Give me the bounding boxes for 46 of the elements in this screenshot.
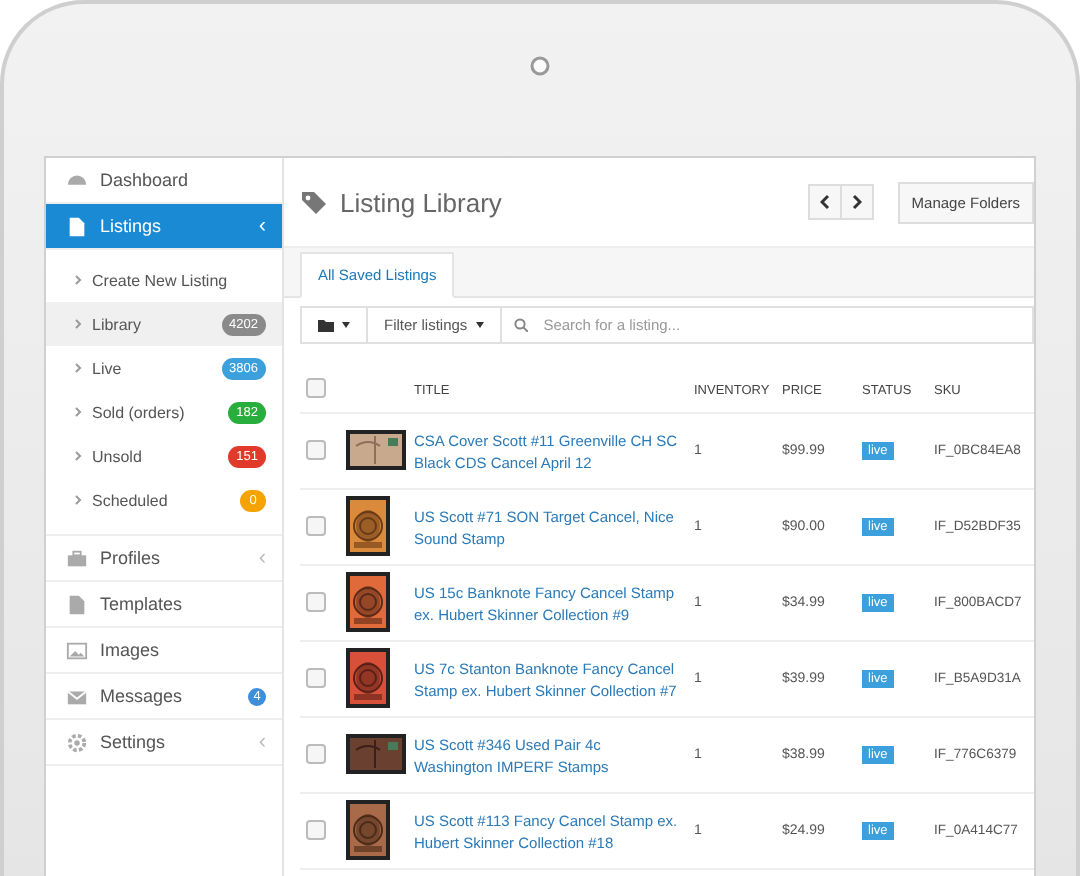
submenu-label: Scheduled xyxy=(92,491,170,509)
chevron-right-icon xyxy=(74,450,82,462)
chevron-right-icon xyxy=(74,406,82,418)
sidebar-label: Listings xyxy=(100,216,164,236)
image-icon xyxy=(66,639,88,661)
submenu-label: Sold (orders) xyxy=(92,403,187,421)
sidebar-label: Images xyxy=(100,640,162,660)
sidebar-item[interactable]: Images xyxy=(46,628,282,674)
sidebar-item[interactable]: Listings ‹ xyxy=(46,204,282,250)
chevron-right-icon xyxy=(851,194,862,210)
document-icon xyxy=(66,593,88,615)
document-icon xyxy=(66,215,88,237)
sidebar-label: Profiles xyxy=(100,548,163,568)
checkbox[interactable] xyxy=(306,378,326,398)
sidebar-label: Dashboard xyxy=(100,170,191,190)
page-title: Listing Library xyxy=(340,187,504,217)
chevron-left-icon xyxy=(819,194,830,210)
checkbox[interactable] xyxy=(306,743,326,763)
submenu-label: Live xyxy=(92,359,124,377)
chevron-right-icon xyxy=(74,362,82,374)
tag-icon xyxy=(300,190,328,214)
gear-icon xyxy=(66,731,88,753)
chevron-right-icon xyxy=(74,274,82,286)
sidebar-label: Templates xyxy=(100,594,185,614)
chevron-icon: ‹ xyxy=(258,214,266,238)
envelope-icon xyxy=(66,685,88,707)
submenu-label: Create New Listing xyxy=(92,271,230,289)
submenu-item[interactable]: Create New Listing xyxy=(46,258,282,302)
chevron-right-icon xyxy=(74,494,82,506)
briefcase-icon xyxy=(66,547,88,569)
checkbox[interactable] xyxy=(306,819,326,839)
chevron-right-icon xyxy=(74,318,82,330)
checkbox[interactable] xyxy=(306,667,326,687)
chevron-icon: ‹ xyxy=(258,546,266,570)
camera-icon xyxy=(530,56,550,76)
checkbox[interactable] xyxy=(306,591,326,611)
submenu-label: Library xyxy=(92,315,143,333)
sidebar-item[interactable]: Settings ‹ xyxy=(46,720,282,766)
chevron-icon: ‹ xyxy=(258,730,266,754)
sidebar-item[interactable]: Templates xyxy=(46,582,282,628)
checkbox[interactable] xyxy=(306,439,326,459)
sidebar-item[interactable]: Profiles ‹ xyxy=(46,536,282,582)
sidebar-label: Messages xyxy=(100,686,185,706)
sidebar-label: Settings xyxy=(100,732,168,752)
checkbox[interactable] xyxy=(306,515,326,535)
submenu-label: Unsold xyxy=(92,447,144,465)
